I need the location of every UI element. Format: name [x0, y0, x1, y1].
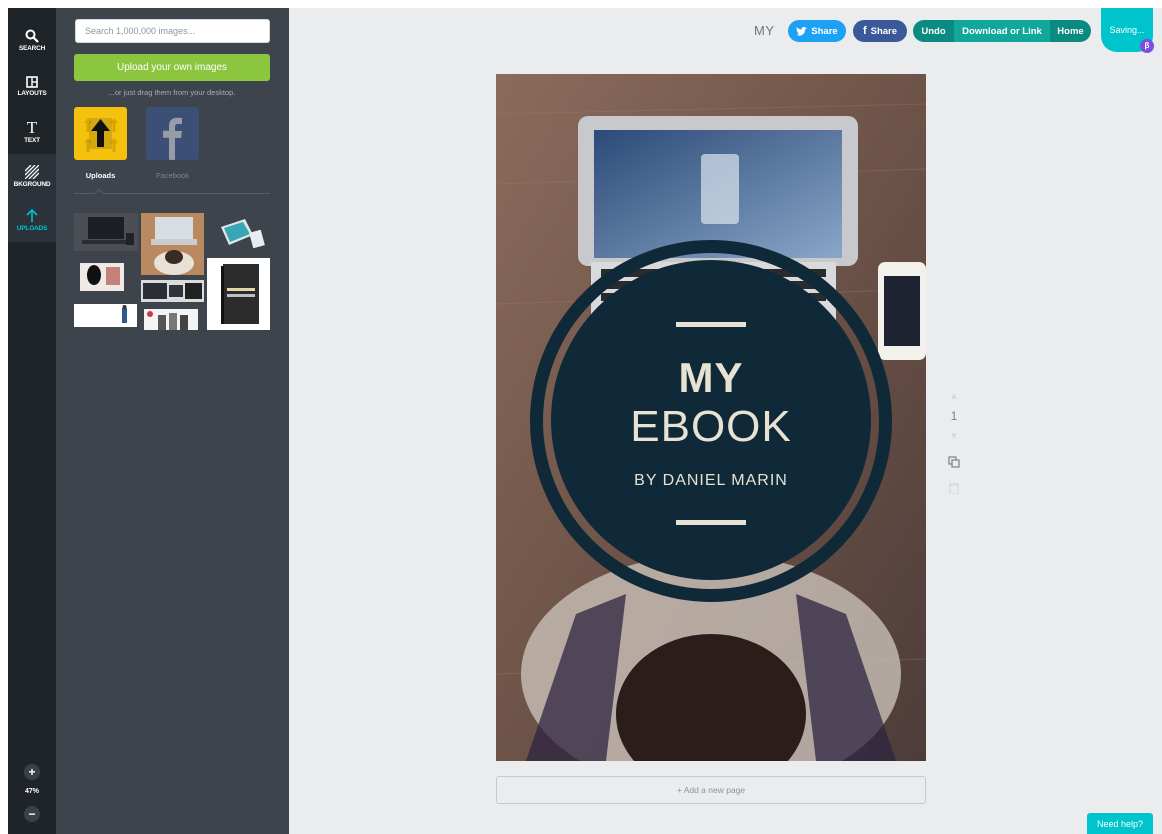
zoom-level: 47% [24, 788, 39, 795]
team-photo-thumb [144, 309, 198, 330]
delete-page-icon[interactable] [947, 482, 961, 496]
screens-photo-thumb [141, 280, 204, 302]
document-title[interactable]: MY [754, 23, 775, 38]
facebook-icon: f [862, 25, 867, 37]
figure-photo-thumb [74, 304, 137, 327]
home-button[interactable]: Home [1050, 20, 1091, 42]
need-help-button[interactable]: Need help? [1087, 813, 1153, 834]
tool-rail: SEARCH LAYOUTS T TEXT BKGROUND UPLOADS +… [8, 8, 56, 834]
workspace-photo-thumb [74, 213, 138, 251]
devices-photo-thumb [215, 213, 267, 253]
cover-title-line1[interactable]: MY [496, 354, 926, 402]
rail-text[interactable]: T TEXT [8, 110, 56, 154]
canva-editor: SEARCH LAYOUTS T TEXT BKGROUND UPLOADS +… [0, 0, 1162, 834]
upload-thumbnail[interactable] [141, 280, 204, 302]
upload-thumbnail[interactable] [74, 213, 138, 251]
facebook-share-label: Share [870, 25, 898, 37]
upload-thumbnail[interactable] [144, 309, 198, 330]
rail-search[interactable]: SEARCH [8, 18, 56, 62]
panel-divider [74, 193, 270, 194]
add-new-page-button[interactable]: + Add a new page [496, 776, 926, 804]
upload-thumbnail[interactable] [215, 213, 267, 253]
upload-thumbnail[interactable] [74, 304, 137, 327]
action-button-group: Undo Download or Link Home [913, 20, 1091, 42]
copy-page-icon[interactable] [947, 456, 961, 470]
facebook-share-button[interactable]: f Share [853, 20, 907, 42]
facebook-source-label: Facebook [156, 171, 189, 180]
cover-bottom-bar [676, 520, 746, 525]
move-page-up-icon[interactable]: ▲ [947, 390, 961, 404]
trash-icon [949, 483, 959, 495]
drag-hint: ...or just drag them from your desktop. [108, 88, 236, 97]
zoom-in-button[interactable]: + [24, 764, 40, 780]
text-icon: T [26, 118, 38, 137]
portrait-photo-thumb [74, 261, 129, 296]
rail-search-label: SEARCH [18, 44, 46, 52]
layouts-icon [26, 75, 38, 88]
upload-images-button[interactable]: Upload your own images [74, 54, 270, 81]
upload-arrow-icon [84, 118, 118, 152]
page-number: 1 [950, 409, 958, 423]
facebook-source-tile[interactable] [146, 107, 199, 160]
beta-badge: β [1140, 39, 1154, 53]
design-page[interactable]: MY EBOOK BY DANIEL MARIN [496, 74, 926, 761]
twitter-icon [796, 26, 808, 36]
download-or-link-button[interactable]: Download or Link [954, 20, 1050, 42]
upload-thumbnail[interactable] [207, 258, 270, 330]
upload-thumbnail[interactable] [141, 213, 204, 275]
copy-icon [948, 456, 960, 468]
rail-layouts[interactable]: LAYOUTS [8, 64, 56, 108]
rail-layouts-label: LAYOUTS [17, 89, 47, 97]
cover-title-line2[interactable]: EBOOK [496, 402, 926, 452]
undo-button[interactable]: Undo [913, 20, 954, 42]
uploads-panel: Upload your own images ...or just drag t… [56, 8, 289, 834]
image-search-input[interactable] [75, 19, 270, 43]
laptop-photo-thumb [141, 213, 204, 275]
upload-arrow-icon [26, 208, 38, 222]
rail-background-label: BKGROUND [13, 180, 51, 188]
uploads-source-tile[interactable] [74, 107, 127, 160]
uploads-source-label: Uploads [85, 171, 116, 180]
rail-uploads-label: UPLOADS [16, 224, 48, 232]
rail-text-label: TEXT [24, 137, 40, 144]
cover-top-bar [676, 322, 746, 327]
background-icon [25, 164, 39, 179]
zoom-out-button[interactable]: − [24, 806, 40, 822]
twitter-share-label: Share [811, 25, 838, 37]
ebook-cover-thumb [207, 258, 270, 330]
rail-background[interactable]: BKGROUND [8, 154, 56, 198]
cover-author[interactable]: BY DANIEL MARIN [496, 472, 926, 490]
upload-thumbnail[interactable] [74, 261, 129, 296]
facebook-icon [163, 117, 182, 160]
active-source-caret [94, 188, 104, 198]
move-page-down-icon[interactable]: ▼ [947, 430, 961, 444]
search-icon [25, 29, 39, 43]
rail-uploads[interactable]: UPLOADS [8, 198, 56, 242]
twitter-share-button[interactable]: Share [788, 20, 846, 42]
